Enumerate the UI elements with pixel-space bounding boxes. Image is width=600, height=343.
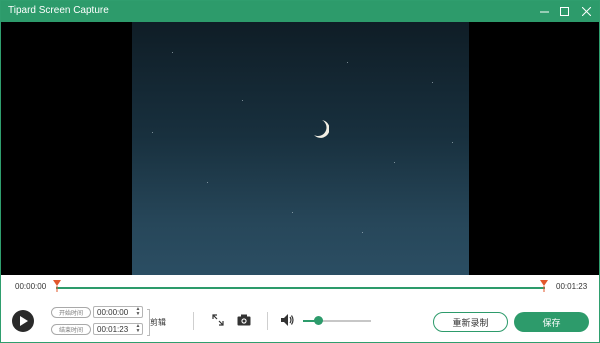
end-time-field[interactable]: 00:01:23 ▲ ▼ [93,323,143,335]
speaker-icon [281,314,294,326]
current-time: 00:00:00 [15,282,47,291]
control-bar: 开始时间 00:00:00 ▲ ▼ 结束时间 00:01:23 ▲ ▼ 剪辑 重… [1,301,599,343]
video-frame [132,22,469,275]
star [242,100,243,101]
minimize-button[interactable] [534,1,554,22]
fullscreen-button[interactable] [210,312,226,328]
start-time-stepper-icon[interactable]: ▲ ▼ [135,307,141,317]
rerecord-button[interactable]: 重新录制 [433,312,508,332]
total-time: 00:01:23 [556,282,588,291]
end-trim-marker-icon[interactable] [540,280,548,292]
video-preview[interactable] [1,22,599,275]
minimize-icon [539,11,549,13]
star [172,52,173,53]
end-time-value: 00:01:23 [97,324,129,334]
divider [267,312,268,330]
divider [193,312,194,330]
start-time-label: 开始时间 [51,307,91,318]
progress-track[interactable] [56,287,545,289]
volume-button[interactable] [280,312,296,328]
star [362,232,363,233]
end-time-label: 结束时间 [51,324,91,335]
volume-slider-knob[interactable] [313,316,323,325]
volume-slider[interactable] [303,316,371,325]
start-trim-marker-icon[interactable] [53,280,61,292]
title-bar: Tipard Screen Capture [1,1,599,22]
play-icon [19,316,28,326]
close-icon [581,7,591,16]
camera-icon [237,314,251,326]
star [152,132,153,133]
play-button[interactable] [12,310,34,332]
save-button[interactable]: 保存 [514,312,589,332]
star [292,212,293,213]
moon-icon [314,120,329,138]
start-time-value: 00:00:00 [97,307,129,317]
star [207,182,208,183]
snapshot-button[interactable] [236,312,252,328]
timeline: 00:00:00 00:01:23 [1,275,599,297]
end-time-stepper-icon[interactable]: ▲ ▼ [135,324,141,334]
close-button[interactable] [576,1,596,22]
maximize-icon [559,7,569,16]
star [432,82,433,83]
star [347,62,348,63]
maximize-button[interactable] [554,1,574,22]
star [394,162,395,163]
star [452,142,453,143]
app-window: Tipard Screen Capture 00:00:00 00:01:23 … [0,0,600,343]
expand-icon [212,314,224,326]
clip-button[interactable]: 剪辑 [150,317,166,328]
window-title: Tipard Screen Capture [8,5,109,16]
start-time-field[interactable]: 00:00:00 ▲ ▼ [93,306,143,318]
